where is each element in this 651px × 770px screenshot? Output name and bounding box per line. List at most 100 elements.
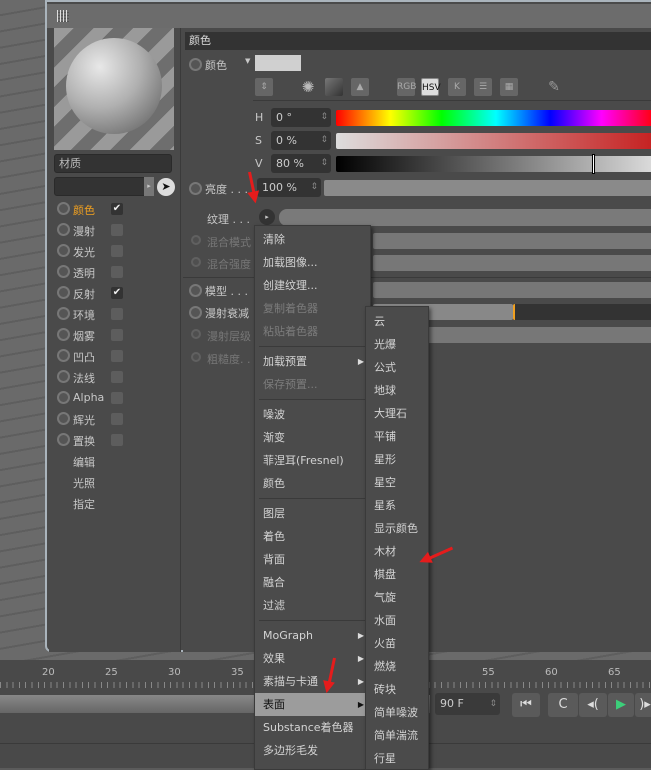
menu-item[interactable]: 清除 [255, 228, 370, 251]
brightness-input[interactable]: 100 % [257, 178, 321, 197]
channel-item[interactable]: Alpha [55, 388, 175, 408]
color-wheel-icon[interactable]: ✺ [299, 78, 317, 96]
submenu-item[interactable]: 显示颜色 [366, 517, 428, 540]
step-back-button[interactable]: ◂( [579, 693, 607, 717]
material-preview[interactable] [54, 28, 174, 150]
channel-radio[interactable] [57, 244, 70, 257]
menu-item[interactable]: 复制着色器 [255, 297, 370, 320]
submenu-item[interactable]: 公式 [366, 356, 428, 379]
menu-item[interactable]: 加载预置 ▶ [255, 350, 370, 373]
submenu-item[interactable]: 地球 [366, 379, 428, 402]
channel-radio[interactable] [57, 307, 70, 320]
channel-radio[interactable] [57, 370, 70, 383]
menu-item[interactable]: 过滤 [255, 594, 370, 617]
channel-radio[interactable] [57, 202, 70, 215]
channel-radio[interactable] [57, 328, 70, 341]
value-slider[interactable] [336, 154, 651, 174]
hue-slider[interactable] [336, 110, 651, 126]
menu-item[interactable]: 素描与卡通 ▶ [255, 670, 370, 693]
diffuse-falloff-track[interactable] [513, 304, 651, 320]
menu-item[interactable]: 着色 [255, 525, 370, 548]
menu-item[interactable]: MoGraph ▶ [255, 624, 370, 647]
menu-item[interactable]: 加载图像... [255, 251, 370, 274]
animate-radio[interactable] [191, 257, 201, 267]
channel-checkbox[interactable] [111, 350, 123, 362]
pointer-icon[interactable]: ➤ [157, 178, 175, 196]
texture-slot[interactable] [279, 209, 651, 226]
menu-item[interactable]: 表面 ▶ [255, 693, 370, 716]
channel-checkbox[interactable] [111, 329, 123, 341]
channel-checkbox[interactable] [111, 413, 123, 425]
image-icon[interactable]: ▲ [351, 78, 369, 96]
loop-button[interactable]: C [548, 693, 578, 717]
channel-radio[interactable] [57, 412, 70, 425]
submenu-item[interactable]: 星空 [366, 471, 428, 494]
animate-radio[interactable] [191, 235, 201, 245]
v-input[interactable]: 80 % [271, 154, 331, 173]
submenu-item[interactable]: 平铺 [366, 425, 428, 448]
blend-strength-slider[interactable] [373, 255, 651, 271]
animate-radio[interactable] [191, 329, 201, 339]
submenu-item[interactable]: 火苗 [366, 632, 428, 655]
submenu-item[interactable]: 砖块 [366, 678, 428, 701]
channel-radio[interactable] [57, 286, 70, 299]
menu-item[interactable]: 效果 ▶ [255, 647, 370, 670]
eyedropper-icon[interactable]: ✎ [545, 78, 563, 96]
channel-item[interactable]: 发光 [55, 241, 175, 261]
channel-item[interactable]: 辉光 [55, 409, 175, 429]
menu-item[interactable]: 背面 [255, 548, 370, 571]
menu-item[interactable]: Substance着色器 [255, 716, 370, 739]
channel-checkbox[interactable] [111, 371, 123, 383]
channel-item[interactable]: 漫射 [55, 220, 175, 240]
menu-item[interactable]: 多边形毛发 [255, 739, 370, 762]
channel-checkbox[interactable]: ✔ [111, 203, 123, 215]
channel-item[interactable]: 反射 ✔ [55, 283, 175, 303]
channel-item[interactable]: 环境 [55, 304, 175, 324]
submenu-item[interactable]: 星形 [366, 448, 428, 471]
menu-item[interactable]: 图层 [255, 502, 370, 525]
channel-item[interactable]: 凹凸 [55, 346, 175, 366]
animate-radio[interactable] [189, 58, 202, 71]
channel-checkbox[interactable] [111, 245, 123, 257]
submenu-item[interactable]: 云 [366, 310, 428, 333]
submenu-item[interactable]: 气旋 [366, 586, 428, 609]
model-select[interactable] [373, 282, 651, 298]
title-bar[interactable] [47, 4, 651, 28]
channel-radio[interactable] [57, 391, 70, 404]
animate-radio[interactable] [191, 352, 201, 362]
submenu-item[interactable]: 棋盘 [366, 563, 428, 586]
h-input[interactable]: 0 ° [271, 108, 331, 127]
channel-item[interactable]: 透明 [55, 262, 175, 282]
menu-item[interactable]: 保存预置... [255, 373, 370, 396]
menu-item[interactable]: 菲涅耳(Fresnel) [255, 449, 370, 472]
channel-checkbox[interactable] [111, 392, 123, 404]
menu-item[interactable]: 融合 [255, 571, 370, 594]
s-input[interactable]: 0 % [271, 131, 331, 150]
swatches-icon[interactable]: ▦ [500, 78, 518, 96]
channel-item[interactable]: 法线 [55, 367, 175, 387]
animate-radio[interactable] [189, 306, 202, 319]
submenu-item[interactable]: 简单湍流 [366, 724, 428, 747]
channel-checkbox[interactable] [111, 224, 123, 236]
play-button[interactable]: ▶ [608, 693, 634, 717]
grip-icon[interactable] [57, 10, 69, 22]
menu-item[interactable]: 噪波 [255, 403, 370, 426]
kelvin-button[interactable]: K [448, 78, 466, 96]
material-select-field[interactable] [54, 177, 154, 196]
hsv-button[interactable]: HSV [421, 78, 441, 96]
end-frame-input[interactable]: 90 F [435, 693, 500, 715]
submenu-item[interactable]: 简单噪波 [366, 701, 428, 724]
submenu-item[interactable]: 大理石 [366, 402, 428, 425]
channel-radio[interactable] [57, 265, 70, 278]
rgb-button[interactable]: RGB [397, 78, 416, 96]
material-name-field[interactable]: 材质 [54, 154, 172, 173]
panel-item[interactable]: 指定 [73, 496, 95, 512]
channel-checkbox[interactable] [111, 308, 123, 320]
value-slider-handle[interactable] [592, 154, 595, 174]
menu-item[interactable]: 粘贴着色器 [255, 320, 370, 343]
channel-checkbox[interactable] [111, 434, 123, 446]
mixer-icon[interactable]: ☰ [474, 78, 492, 96]
animate-radio[interactable] [189, 284, 202, 297]
channel-checkbox[interactable]: ✔ [111, 287, 123, 299]
triangle-icon[interactable]: ▼ [245, 57, 250, 65]
